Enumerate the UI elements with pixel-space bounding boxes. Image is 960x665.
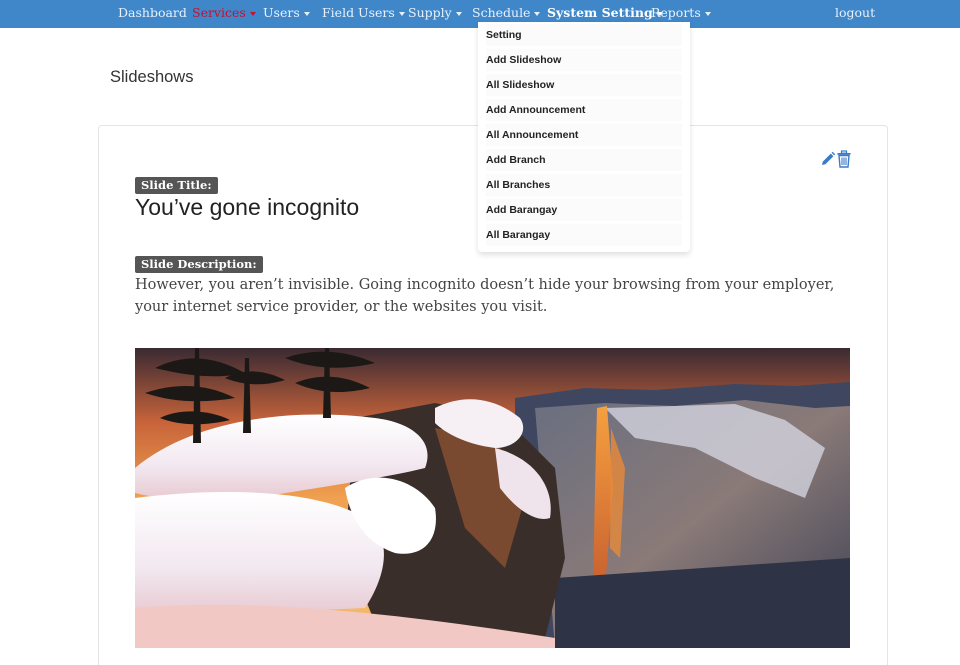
caret-down-icon [704,11,711,16]
slide-description: However, you aren’t invisible. Going inc… [135,277,835,315]
caret-down-icon [249,11,256,16]
page-title: Slideshows [110,68,194,86]
caret-down-icon [398,11,405,16]
menu-item-add-announcement[interactable]: Add Announcement [486,99,682,121]
menu-item-all-branches[interactable]: All Branches [486,174,682,196]
menu-item-setting[interactable]: Setting [486,24,682,46]
menu-item-add-barangay[interactable]: Add Barangay [486,199,682,221]
system-setting-dropdown: Setting Add Slideshow All Slideshow Add … [478,22,690,252]
caret-down-icon [303,11,310,16]
nav-users[interactable]: Users [263,0,310,28]
caret-down-icon [455,11,462,16]
menu-item-all-barangay[interactable]: All Barangay [486,224,682,246]
slide-title-label: Slide Title: [135,177,218,194]
logout-link[interactable]: logout [835,0,875,28]
pencil-icon[interactable] [819,150,837,168]
nav-dashboard[interactable]: Dashboard [118,0,187,28]
nav-field-users[interactable]: Field Users [322,0,405,28]
nav-services[interactable]: Services [192,0,256,28]
caret-down-icon [534,11,541,16]
nav-reports-label: Reports [651,5,701,20]
trash-icon[interactable] [836,150,854,168]
nav-supply[interactable]: Supply [408,0,462,28]
menu-item-all-slideshow[interactable]: All Slideshow [486,74,682,96]
menu-item-add-slideshow[interactable]: Add Slideshow [486,49,682,71]
slide-description-label: Slide Description: [135,256,263,273]
nav-system-setting-label: System Setting [547,5,653,20]
slide-title: You’ve gone incognito [135,194,360,220]
slide-image [135,348,850,648]
nav-schedule-label: Schedule [472,5,531,20]
menu-item-all-announcement[interactable]: All Announcement [486,124,682,146]
nav-services-label: Services [192,5,246,20]
nav-users-label: Users [263,5,300,20]
nav-supply-label: Supply [408,5,452,20]
nav-field-users-label: Field Users [322,5,395,20]
menu-item-add-branch[interactable]: Add Branch [486,149,682,171]
